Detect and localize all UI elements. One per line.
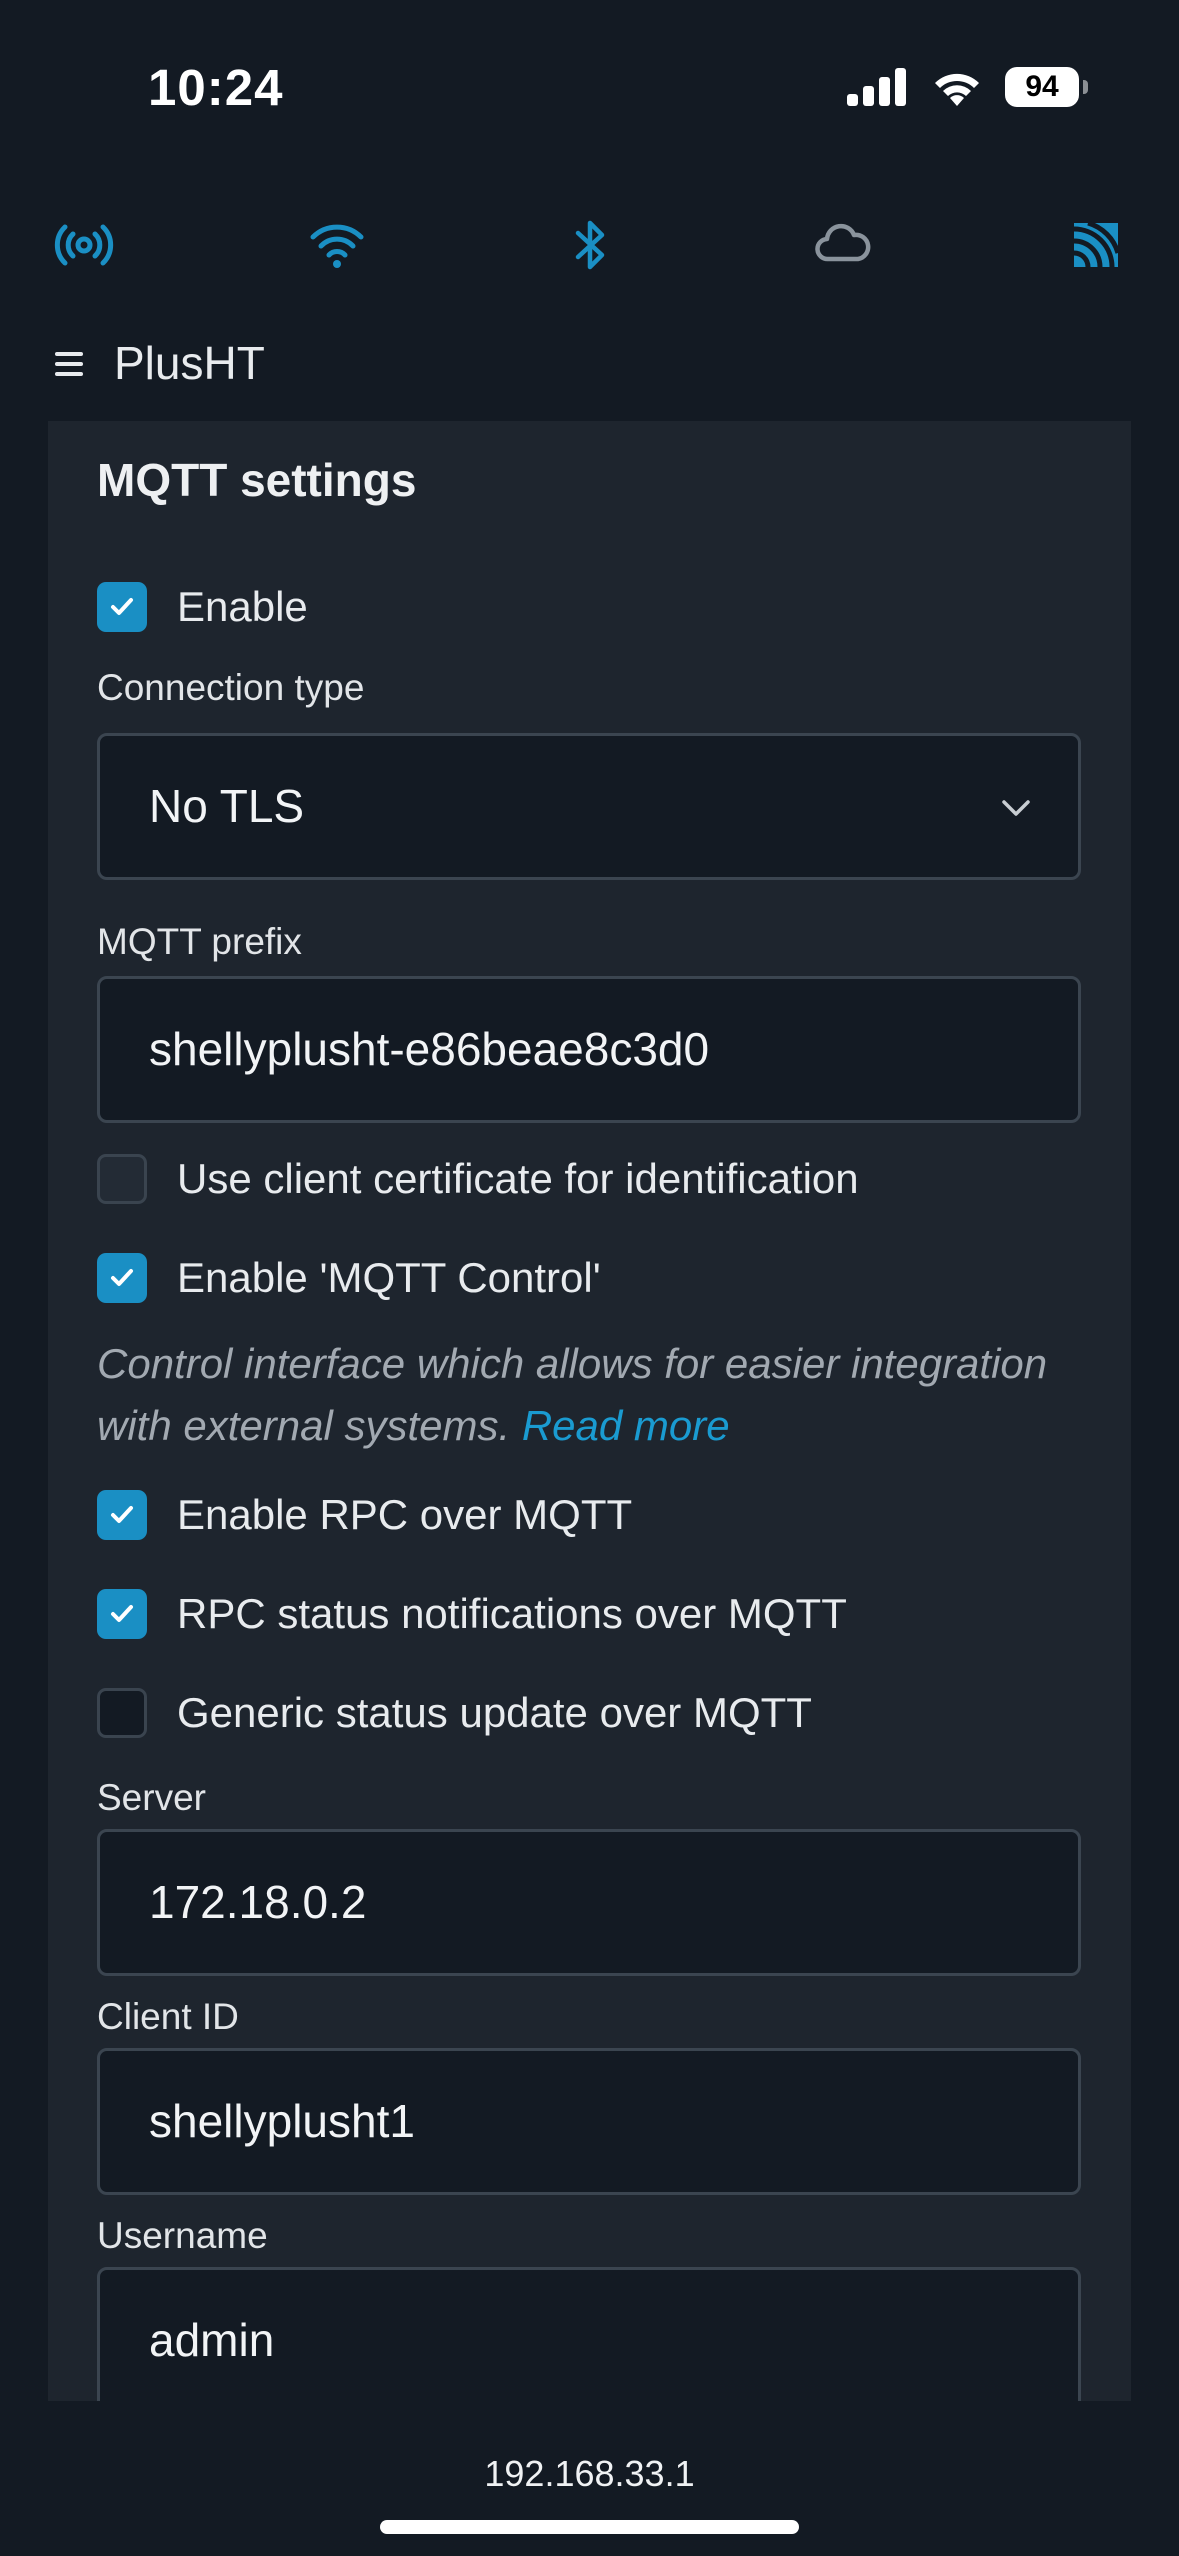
checkmark-icon (111, 1269, 133, 1286)
rpc-notif-label: RPC status notifications over MQTT (177, 1590, 847, 1637)
mqtt-prefix-label: MQTT prefix (97, 921, 302, 962)
rpc-checkbox[interactable] (97, 1490, 147, 1540)
client-cert-checkbox[interactable] (97, 1154, 147, 1204)
card-title: MQTT settings (97, 454, 417, 506)
enable-checkbox[interactable] (97, 582, 147, 632)
cellular-signal-icon (847, 68, 906, 106)
status-time: 10:24 (148, 59, 284, 116)
client-id-input[interactable]: shellyplusht1 (97, 2048, 1081, 2195)
mqtt-prefix-input[interactable]: shellyplusht-e86beae8c3d0 (97, 976, 1081, 1123)
generic-status-label: Generic status update over MQTT (177, 1689, 812, 1736)
app-header: PlusHT (0, 330, 1179, 410)
status-icons: 94 (847, 64, 1088, 110)
mqtt-control-checkbox[interactable] (97, 1253, 147, 1303)
device-ip: 192.168.33.1 (484, 2453, 695, 2494)
rpc-notif-row[interactable]: RPC status notifications over MQTT (97, 1589, 847, 1639)
hamburger-menu-icon[interactable] (55, 352, 83, 378)
mqtt-prefix-value: shellyplusht-e86beae8c3d0 (149, 1023, 710, 1075)
username-value: admin (149, 2314, 275, 2366)
status-bar: 10:24 94 (0, 0, 1179, 175)
chevron-down-icon (1002, 800, 1030, 816)
mqtt-control-label: Enable 'MQTT Control' (177, 1254, 601, 1301)
connection-type-select[interactable]: No TLS (97, 733, 1081, 880)
battery-indicator: 94 (1005, 67, 1088, 107)
checkmark-icon (111, 1506, 133, 1523)
generic-status-checkbox[interactable] (97, 1688, 147, 1738)
generic-status-row[interactable]: Generic status update over MQTT (97, 1688, 812, 1738)
enable-row[interactable]: Enable (97, 582, 308, 632)
mqtt-control-description: Control interface which allows for easie… (97, 1333, 1057, 1457)
enable-label: Enable (177, 583, 308, 630)
connection-type-label: Connection type (97, 667, 365, 708)
username-label: Username (97, 2215, 268, 2256)
device-name: PlusHT (114, 337, 265, 389)
client-id-label: Client ID (97, 1996, 239, 2037)
mqtt-feed-icon[interactable] (1066, 215, 1126, 275)
server-input[interactable]: 172.18.0.2 (97, 1829, 1081, 1976)
mqtt-control-row[interactable]: Enable 'MQTT Control' (97, 1253, 601, 1303)
checkmark-icon (111, 1605, 133, 1622)
server-label: Server (97, 1777, 206, 1818)
mqtt-settings-card: MQTT settings Enable Connection type No … (48, 421, 1131, 2414)
client-cert-label: Use client certificate for identificatio… (177, 1155, 859, 1202)
read-more-link[interactable]: Read more (522, 1402, 730, 1449)
ap-broadcast-icon[interactable] (54, 215, 114, 275)
rpc-row[interactable]: Enable RPC over MQTT (97, 1490, 632, 1540)
client-id-value: shellyplusht1 (149, 2095, 415, 2147)
bottom-bar: 192.168.33.1 (0, 2401, 1179, 2556)
home-indicator[interactable] (380, 2520, 799, 2534)
connection-status-row (0, 205, 1179, 285)
server-value: 172.18.0.2 (149, 1876, 367, 1928)
bluetooth-icon[interactable] (560, 215, 620, 275)
wifi-status-icon (935, 73, 979, 106)
checkmark-icon (111, 598, 133, 615)
connection-type-value: No TLS (149, 780, 305, 832)
rpc-label: Enable RPC over MQTT (177, 1491, 633, 1538)
wifi-icon[interactable] (307, 215, 367, 275)
cloud-icon[interactable] (812, 215, 872, 275)
rpc-notif-checkbox[interactable] (97, 1589, 147, 1639)
client-cert-row[interactable]: Use client certificate for identificatio… (97, 1154, 859, 1204)
username-input[interactable]: admin (97, 2267, 1081, 2414)
